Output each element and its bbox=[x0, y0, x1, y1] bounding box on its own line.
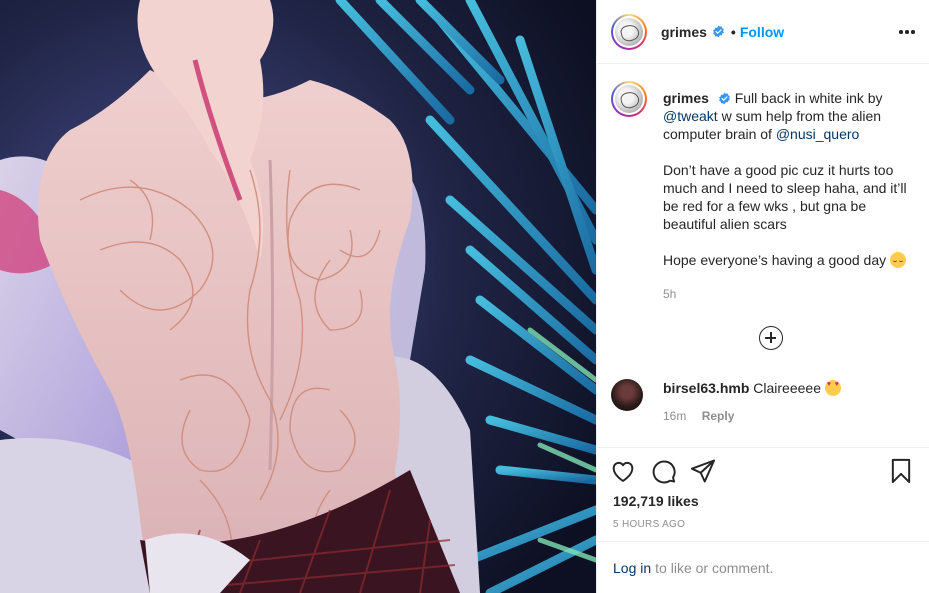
verified-badge-icon bbox=[718, 92, 730, 105]
caption-paragraph-3: Hope everyone’s having a good day bbox=[663, 252, 887, 268]
caption-avatar[interactable] bbox=[611, 81, 647, 117]
comments-area[interactable]: grimes Full back in white ink by @tweakt… bbox=[597, 65, 929, 447]
caption-time-ago[interactable]: 5h bbox=[663, 287, 676, 301]
header-username[interactable]: grimes bbox=[661, 24, 707, 40]
heart-eyes-emoji-icon bbox=[824, 380, 841, 396]
bookmark-icon[interactable] bbox=[887, 457, 915, 485]
instagram-post-view: grimes • Follow grimes Full back in whit… bbox=[0, 0, 929, 593]
mention-link-nusi-quero[interactable]: @nusi_quero bbox=[776, 126, 860, 142]
post-caption: grimes Full back in white ink by @tweakt… bbox=[611, 81, 921, 287]
likes-count[interactable]: 192,719 likes bbox=[613, 493, 699, 509]
login-prompt: Log in to like or comment. bbox=[597, 541, 929, 593]
load-more-comments-button[interactable] bbox=[759, 326, 783, 350]
commenter-avatar[interactable] bbox=[611, 379, 643, 411]
login-link[interactable]: Log in bbox=[613, 560, 651, 576]
post-photo[interactable] bbox=[0, 0, 596, 593]
login-prompt-text: to like or comment. bbox=[655, 559, 774, 576]
heart-icon[interactable] bbox=[609, 457, 637, 485]
separator-dot: • bbox=[730, 23, 736, 40]
comment-text: Claireeeee bbox=[753, 380, 821, 396]
share-icon[interactable] bbox=[689, 457, 717, 485]
comment-item: birsel63.hmb Claireeeee 16m Reply bbox=[611, 379, 921, 423]
reply-button[interactable]: Reply bbox=[702, 409, 735, 423]
comment-time-ago[interactable]: 16m bbox=[663, 409, 686, 423]
post-side-panel: grimes • Follow grimes Full back in whit… bbox=[596, 0, 929, 593]
sleeping-face-emoji-icon bbox=[890, 252, 907, 268]
follow-button[interactable]: Follow bbox=[740, 24, 784, 40]
post-actions-section: 192,719 likes 5 HOURS AGO bbox=[597, 447, 929, 541]
caption-text-1: Full back in white ink by bbox=[734, 90, 883, 106]
posted-time[interactable]: 5 HOURS AGO bbox=[613, 519, 685, 530]
caption-paragraph-2: Don’t have a good pic cuz it hurts too m… bbox=[663, 162, 907, 232]
post-header: grimes • Follow bbox=[597, 0, 929, 64]
profile-avatar[interactable] bbox=[611, 13, 647, 50]
photo-illustration bbox=[0, 0, 596, 593]
comment-icon[interactable] bbox=[649, 457, 677, 485]
more-options-icon[interactable] bbox=[898, 22, 916, 42]
caption-username[interactable]: grimes bbox=[663, 90, 709, 106]
action-bar bbox=[609, 457, 919, 485]
mention-link-tweakt[interactable]: @tweakt bbox=[663, 108, 718, 124]
comment-username[interactable]: birsel63.hmb bbox=[663, 380, 749, 396]
verified-badge-icon bbox=[713, 25, 724, 38]
